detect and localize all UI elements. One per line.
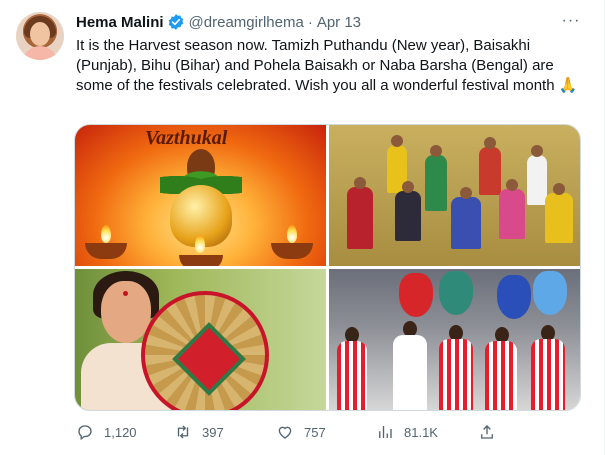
dancer-figure (347, 187, 373, 249)
author-handle[interactable]: @dreamgirlhema (189, 14, 304, 31)
tweet[interactable]: Hema Malini @dreamgirlhema · Apr 13 ··· … (0, 0, 605, 455)
dancer-head (531, 145, 543, 157)
media-image-vazthukal[interactable]: Vazthukal (75, 125, 326, 266)
dancer-head (506, 179, 518, 191)
dancer-figure (527, 155, 547, 205)
more-options-icon[interactable]: ··· (560, 10, 582, 32)
dancer-figure (451, 197, 481, 249)
diya-flame-center (195, 235, 205, 253)
like-count: 757 (304, 424, 326, 440)
child-figure (337, 341, 367, 410)
dancer-figure (499, 189, 525, 239)
views-button[interactable]: 81.1K (376, 418, 438, 446)
share-icon (481, 425, 493, 439)
dancer-head (391, 135, 403, 147)
tweet-date[interactable]: Apr 13 (317, 14, 361, 31)
child-figure (439, 339, 473, 410)
child-figure (393, 335, 427, 410)
dancer-figure (545, 193, 573, 243)
dancer-figure (479, 147, 501, 195)
diya-lamp-left (85, 243, 127, 259)
jaapi-hat-shape (141, 291, 269, 410)
reply-button[interactable]: 1,120 (76, 418, 137, 446)
reply-icon (78, 425, 92, 441)
header-separator: · (307, 13, 313, 31)
reply-count: 1,120 (104, 424, 137, 440)
diya-flame-right (287, 225, 297, 243)
media-image-pohela-boishakh-children[interactable] (329, 269, 580, 410)
dancer-head (402, 181, 414, 193)
jaapi-center-motif (172, 322, 246, 396)
share-button[interactable] (478, 418, 506, 446)
tweet-media-grid: Vazthukal (74, 124, 581, 411)
image-caption-vazthukal: Vazthukal (145, 127, 228, 149)
dancer-head (460, 187, 472, 199)
dancer-figure (425, 155, 447, 211)
child-figure (485, 341, 517, 410)
diya-lamp-center (179, 255, 223, 266)
retweet-icon (177, 425, 189, 439)
diya-lamp-right (271, 243, 313, 259)
festival-mask (399, 273, 433, 317)
retweet-count: 397 (202, 424, 224, 440)
author-name[interactable]: Hema Malini (76, 14, 164, 31)
like-button[interactable]: 757 (276, 418, 326, 446)
media-image-bihu-woman[interactable] (75, 269, 326, 410)
dancer-head (484, 137, 496, 149)
avatar-face (30, 22, 50, 46)
dancer-head (354, 177, 366, 189)
tweet-header: Hema Malini @dreamgirlhema · Apr 13 (76, 12, 361, 32)
tweet-text: It is the Harvest season now. Tamizh Put… (76, 37, 578, 94)
festival-mask (439, 271, 473, 315)
dancer-head (430, 145, 442, 157)
child-figure (531, 339, 565, 410)
views-count: 81.1K (404, 424, 438, 440)
festival-mask (533, 271, 567, 315)
heart-icon (278, 426, 292, 439)
dancer-head (553, 183, 565, 195)
festival-mask (497, 275, 531, 319)
dancer-figure (395, 191, 421, 241)
author-avatar[interactable] (16, 12, 64, 60)
views-chart-icon (379, 426, 392, 438)
media-image-baisakhi-dancers[interactable] (329, 125, 580, 266)
tweet-actions-bar: 1,120 397 757 81.1K (66, 418, 581, 446)
verified-badge-icon[interactable] (167, 13, 185, 31)
avatar-body (22, 46, 58, 60)
bindi-shape (123, 291, 128, 296)
retweet-button[interactable]: 397 (174, 418, 224, 446)
diya-flame-left (101, 225, 111, 243)
